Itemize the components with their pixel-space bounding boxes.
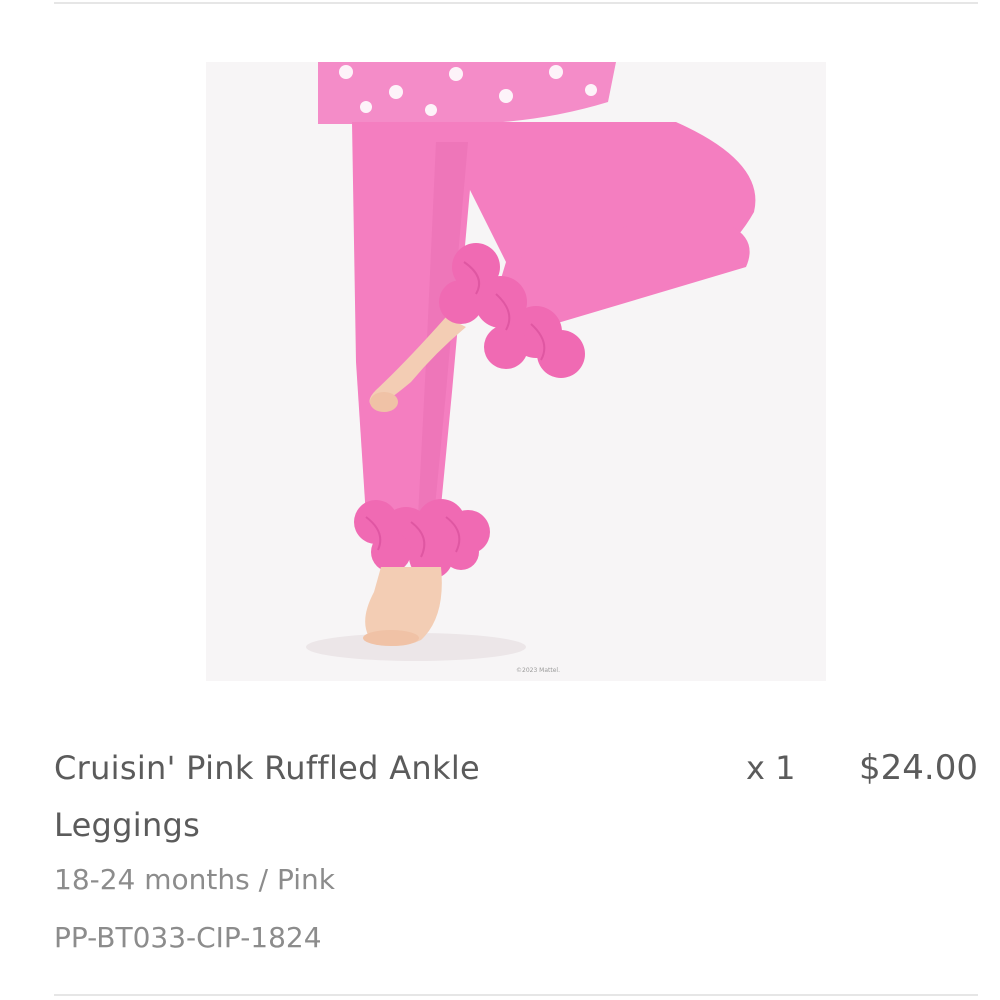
divider-top xyxy=(54,2,978,4)
image-watermark: ©2023 Mattel. xyxy=(516,667,560,674)
product-sku: PP-BT033-CIP-1824 xyxy=(54,921,322,954)
leggings-photo: ©2023 Mattel. xyxy=(206,62,826,681)
product-name[interactable]: Cruisin' Pink Ruffled Ankle Leggings xyxy=(54,740,614,854)
product-variant: 18-24 months / Pink xyxy=(54,863,335,896)
product-image[interactable]: ©2023 Mattel. xyxy=(206,62,826,681)
item-quantity: x 1 xyxy=(746,749,796,787)
divider-bottom xyxy=(54,994,978,996)
item-price: $24.00 xyxy=(859,748,978,788)
